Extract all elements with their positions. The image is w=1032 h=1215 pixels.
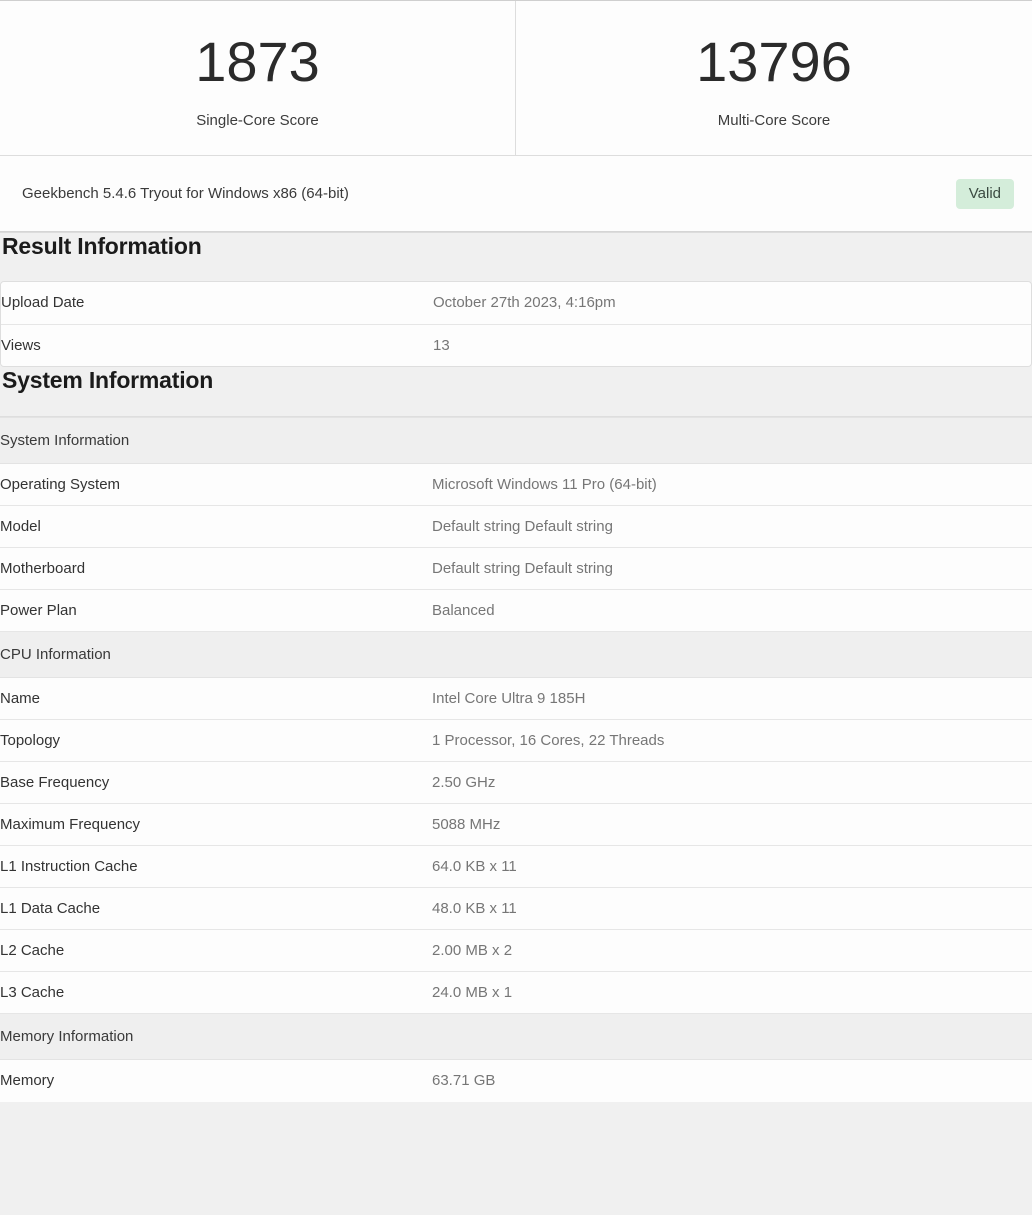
table-row: L1 Instruction Cache64.0 KB x 11 — [0, 846, 1032, 888]
row-value: October 27th 2023, 4:16pm — [433, 282, 1031, 324]
row-value: 63.71 GB — [432, 1060, 1032, 1102]
row-value: 2.00 MB x 2 — [432, 930, 1032, 972]
table-row: Maximum Frequency5088 MHz — [0, 804, 1032, 846]
row-label: Topology — [0, 720, 432, 762]
table-row: NameIntel Core Ultra 9 185H — [0, 678, 1032, 720]
row-value: 64.0 KB x 11 — [432, 846, 1032, 888]
table-group-header: CPU Information — [0, 632, 1032, 678]
group-header-spacer — [432, 1014, 1032, 1060]
row-value: Balanced — [432, 590, 1032, 632]
table-row: L2 Cache2.00 MB x 2 — [0, 930, 1032, 972]
row-value: 13 — [433, 324, 1031, 366]
row-label: Upload Date — [1, 282, 433, 324]
row-value: Default string Default string — [432, 548, 1032, 590]
table-row: Operating SystemMicrosoft Windows 11 Pro… — [0, 464, 1032, 506]
row-label: Memory — [0, 1060, 432, 1102]
row-label: Maximum Frequency — [0, 804, 432, 846]
row-label: L3 Cache — [0, 972, 432, 1014]
row-label: L1 Data Cache — [0, 888, 432, 930]
multi-core-score-label: Multi-Core Score — [718, 112, 831, 129]
row-value: 5088 MHz — [432, 804, 1032, 846]
row-value: 24.0 MB x 1 — [432, 972, 1032, 1014]
single-core-score-label: Single-Core Score — [196, 112, 319, 129]
row-value: Default string Default string — [432, 506, 1032, 548]
group-header-label: CPU Information — [0, 632, 432, 678]
table-row: MotherboardDefault string Default string — [0, 548, 1032, 590]
validity-status-badge: Valid — [956, 179, 1014, 209]
group-header-spacer — [432, 632, 1032, 678]
table-group-header: System Information — [0, 418, 1032, 464]
multi-core-score-value: 13796 — [696, 34, 852, 90]
row-label: Model — [0, 506, 432, 548]
table-row: Views13 — [1, 324, 1031, 366]
row-value: 1 Processor, 16 Cores, 22 Threads — [432, 720, 1032, 762]
row-label: L1 Instruction Cache — [0, 846, 432, 888]
system-information-table: System InformationOperating SystemMicros… — [0, 417, 1032, 1102]
row-value: Microsoft Windows 11 Pro (64-bit) — [432, 464, 1032, 506]
group-header-spacer — [432, 418, 1032, 464]
row-label: Name — [0, 678, 432, 720]
row-label: Base Frequency — [0, 762, 432, 804]
system-information-table-wrapper: System InformationOperating SystemMicros… — [0, 416, 1032, 1102]
benchmark-version-row: Geekbench 5.4.6 Tryout for Windows x86 (… — [0, 156, 1032, 232]
table-row: Upload DateOctober 27th 2023, 4:16pm — [1, 282, 1031, 324]
table-row: Power PlanBalanced — [0, 590, 1032, 632]
group-header-label: Memory Information — [0, 1014, 432, 1060]
single-core-score-value: 1873 — [195, 34, 320, 90]
multi-core-score-cell: 13796 Multi-Core Score — [516, 1, 1032, 155]
row-value: Intel Core Ultra 9 185H — [432, 678, 1032, 720]
table-row: Memory63.71 GB — [0, 1060, 1032, 1102]
system-information-heading: System Information — [0, 367, 1032, 394]
score-summary-card: 1873 Single-Core Score 13796 Multi-Core … — [0, 0, 1032, 233]
score-row: 1873 Single-Core Score 13796 Multi-Core … — [0, 1, 1032, 156]
table-row: L3 Cache24.0 MB x 1 — [0, 972, 1032, 1014]
table-row: L1 Data Cache48.0 KB x 11 — [0, 888, 1032, 930]
table-row: Topology1 Processor, 16 Cores, 22 Thread… — [0, 720, 1032, 762]
group-header-label: System Information — [0, 418, 432, 464]
row-value: 2.50 GHz — [432, 762, 1032, 804]
row-label: Operating System — [0, 464, 432, 506]
row-label: Motherboard — [0, 548, 432, 590]
row-label: Views — [1, 324, 433, 366]
result-information-table: Upload DateOctober 27th 2023, 4:16pmView… — [1, 282, 1031, 366]
row-label: L2 Cache — [0, 930, 432, 972]
table-row: ModelDefault string Default string — [0, 506, 1032, 548]
table-row: Base Frequency2.50 GHz — [0, 762, 1032, 804]
benchmark-version-text: Geekbench 5.4.6 Tryout for Windows x86 (… — [22, 185, 349, 202]
table-group-header: Memory Information — [0, 1014, 1032, 1060]
row-value: 48.0 KB x 11 — [432, 888, 1032, 930]
result-information-table-wrapper: Upload DateOctober 27th 2023, 4:16pmView… — [0, 281, 1032, 367]
single-core-score-cell: 1873 Single-Core Score — [0, 1, 516, 155]
row-label: Power Plan — [0, 590, 432, 632]
result-information-heading: Result Information — [0, 233, 1032, 260]
geekbench-result-page: 1873 Single-Core Score 13796 Multi-Core … — [0, 0, 1032, 1102]
